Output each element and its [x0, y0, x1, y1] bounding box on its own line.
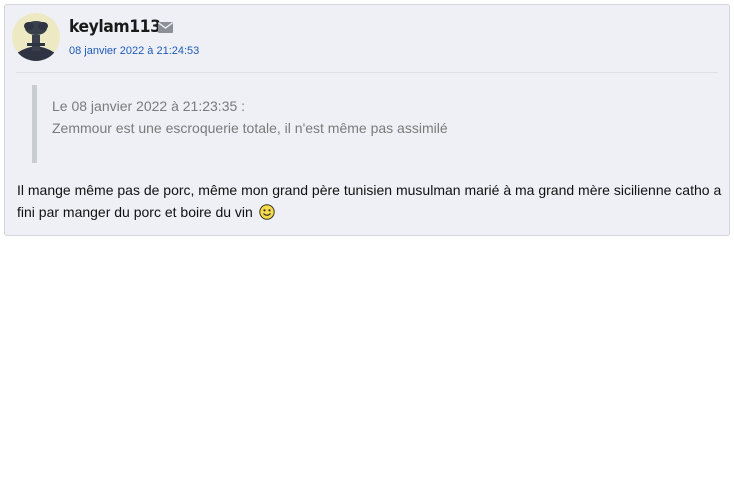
quote-text: Zemmour est une escroquerie totale, il n… [52, 120, 448, 136]
author-name[interactable]: keylam113 [69, 17, 161, 37]
avatar[interactable] [12, 13, 60, 61]
quote-header: Le 08 janvier 2022 à 21:23:35 : [52, 98, 246, 114]
divider [16, 72, 718, 73]
forum-post: keylam113 08 janvier 2022 à 21:24:53 Le … [4, 4, 730, 236]
post-body-text: Il mange même pas de porc, même mon gran… [17, 182, 722, 220]
smiley-icon [259, 204, 275, 220]
post-date-link[interactable]: 08 janvier 2022 à 21:24:53 [69, 45, 199, 57]
quote-block: Le 08 janvier 2022 à 21:23:35 : Zemmour … [32, 85, 712, 163]
post-body: Il mange même pas de porc, même mon gran… [17, 179, 722, 223]
envelope-icon[interactable] [158, 20, 173, 33]
